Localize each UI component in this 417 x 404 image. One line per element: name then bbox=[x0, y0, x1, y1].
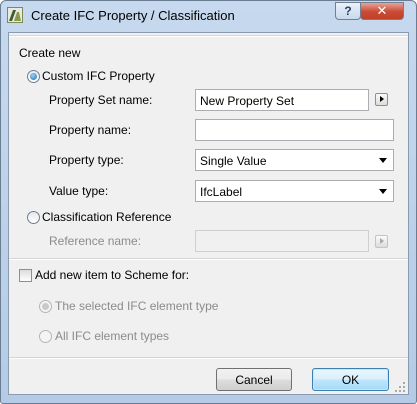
value-type-label: Value type: bbox=[49, 184, 109, 198]
window-title: Create IFC Property / Classification bbox=[31, 8, 235, 23]
reference-name-label: Reference name: bbox=[49, 234, 142, 248]
title-bar[interactable]: Create IFC Property / Classification ? ✕ bbox=[1, 1, 416, 31]
add-to-scheme-checkbox[interactable] bbox=[19, 269, 32, 282]
cancel-button[interactable]: Cancel bbox=[216, 368, 292, 391]
property-type-select[interactable]: Single Value bbox=[195, 149, 394, 171]
reference-menu-arrow-icon[interactable] bbox=[375, 235, 388, 248]
section-divider bbox=[9, 258, 408, 260]
value-type-select[interactable]: IfcLabel bbox=[195, 180, 394, 202]
footer-divider bbox=[9, 357, 408, 359]
selected-element-type-label[interactable]: The selected IFC element type bbox=[55, 299, 218, 313]
archicad-app-icon bbox=[7, 7, 23, 23]
property-type-label: Property type: bbox=[49, 153, 124, 167]
resize-grip-icon[interactable] bbox=[395, 382, 405, 392]
create-new-heading: Create new bbox=[19, 46, 81, 60]
property-name-field[interactable] bbox=[195, 119, 394, 141]
classification-reference-radio[interactable] bbox=[27, 211, 40, 224]
selected-element-type-radio[interactable] bbox=[39, 300, 52, 313]
top-divider bbox=[9, 35, 408, 37]
help-button[interactable]: ? bbox=[335, 2, 361, 20]
property-set-name-label: Property Set name: bbox=[49, 93, 153, 107]
all-element-types-label[interactable]: All IFC element types bbox=[55, 329, 169, 343]
property-type-value: Single Value bbox=[200, 154, 267, 168]
ok-button[interactable]: OK bbox=[312, 368, 389, 391]
close-button[interactable]: ✕ bbox=[360, 2, 404, 20]
property-set-menu-arrow-icon[interactable] bbox=[375, 93, 388, 106]
value-type-value: IfcLabel bbox=[200, 185, 243, 199]
custom-ifc-property-radio[interactable] bbox=[27, 70, 40, 83]
chevron-down-icon bbox=[379, 158, 387, 163]
cancel-button-label: Cancel bbox=[235, 372, 273, 387]
custom-ifc-property-label[interactable]: Custom IFC Property bbox=[42, 69, 155, 83]
ok-button-label: OK bbox=[341, 372, 360, 387]
dialog-body: Create new Custom IFC Property Property … bbox=[8, 32, 409, 395]
help-icon: ? bbox=[344, 4, 352, 18]
property-set-name-field[interactable]: New Property Set bbox=[195, 89, 369, 111]
close-icon: ✕ bbox=[376, 3, 388, 18]
property-name-label: Property name: bbox=[49, 123, 132, 137]
chevron-down-icon bbox=[379, 189, 387, 194]
classification-reference-label[interactable]: Classification Reference bbox=[42, 210, 171, 224]
add-to-scheme-label[interactable]: Add new item to Scheme for: bbox=[35, 268, 189, 282]
reference-name-field[interactable] bbox=[195, 230, 369, 252]
all-element-types-radio[interactable] bbox=[39, 330, 52, 343]
dialog-window: Create IFC Property / Classification ? ✕… bbox=[0, 0, 417, 404]
